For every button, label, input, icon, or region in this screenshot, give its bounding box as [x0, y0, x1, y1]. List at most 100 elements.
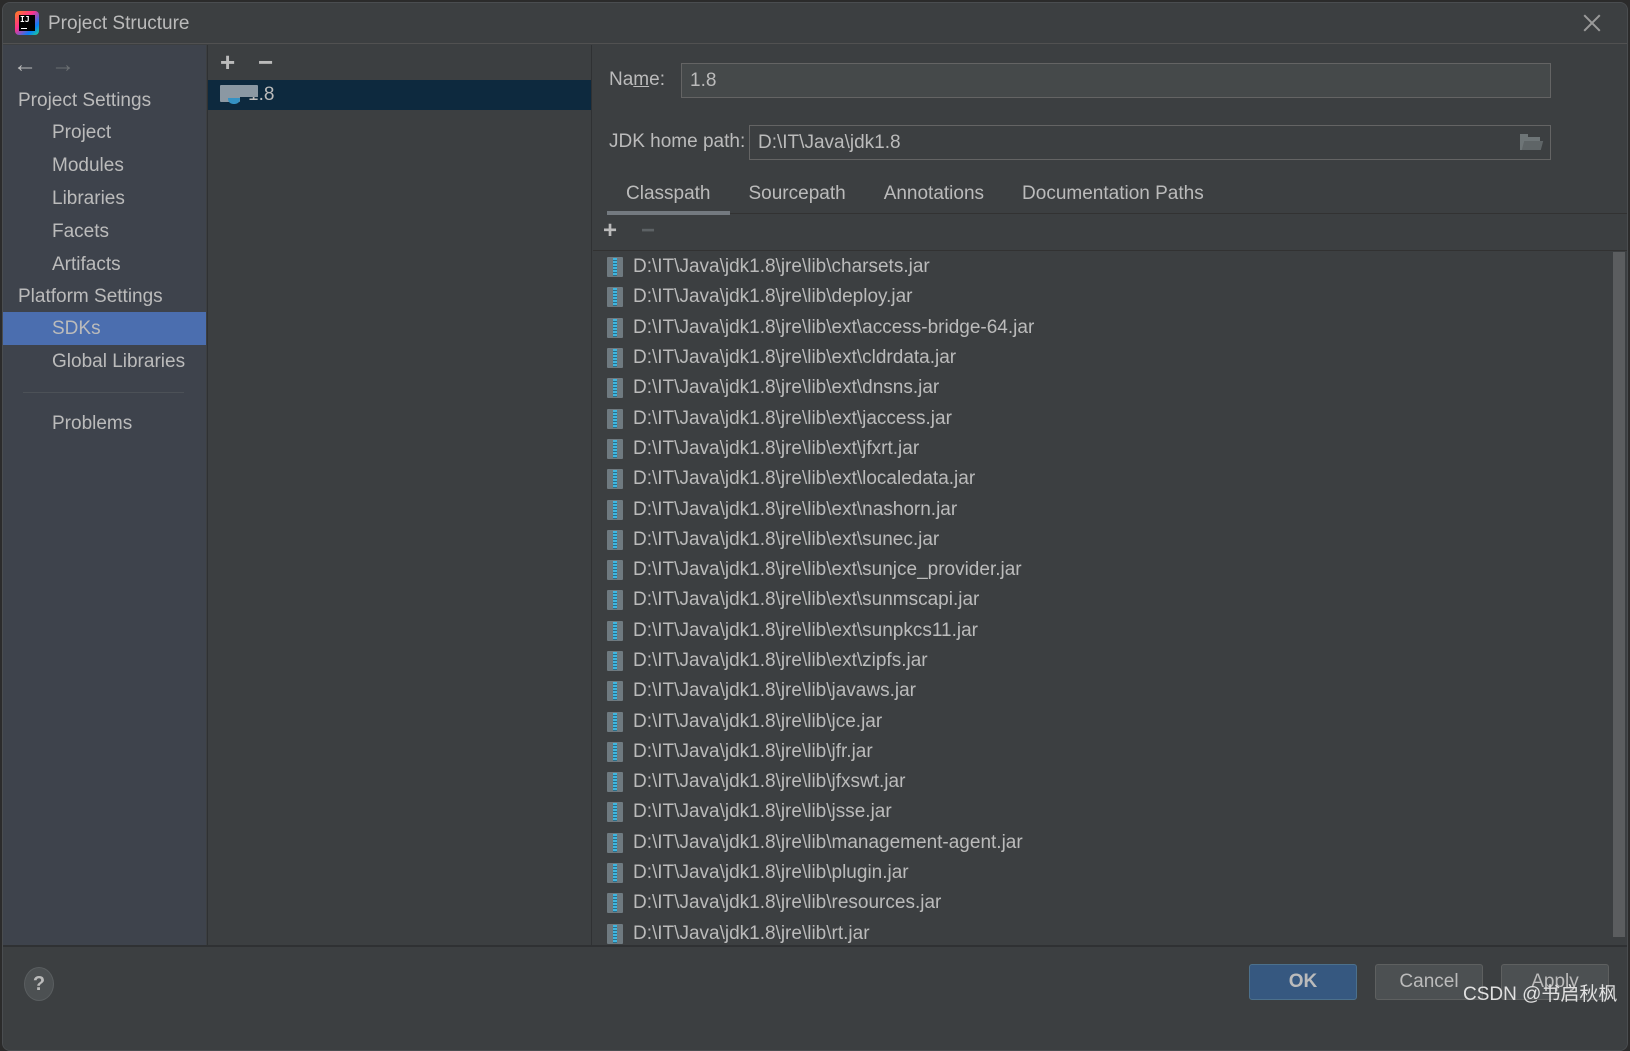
sidebar-item-problems[interactable]: Problems	[3, 407, 206, 440]
add-classpath-button[interactable]: +	[603, 219, 617, 243]
classpath-item[interactable]: D:\IT\Java\jdk1.8\jre\lib\ext\localedata…	[593, 464, 1613, 494]
close-icon[interactable]	[1581, 12, 1603, 34]
nav-arrows: ← →	[3, 45, 206, 85]
sidebar-item-sdks[interactable]: SDKs	[3, 312, 206, 345]
classpath-item[interactable]: D:\IT\Java\jdk1.8\jre\lib\ext\access-bri…	[593, 313, 1613, 343]
tab-documentation-paths[interactable]: Documentation Paths	[1003, 171, 1223, 214]
forward-arrow-icon[interactable]: →	[51, 53, 75, 77]
classpath-path: D:\IT\Java\jdk1.8\jre\lib\ext\cldrdata.j…	[633, 347, 957, 369]
classpath-item[interactable]: D:\IT\Java\jdk1.8\jre\lib\ext\zipfs.jar	[593, 646, 1613, 676]
remove-classpath-button[interactable]: −	[641, 219, 655, 243]
window-title: Project Structure	[48, 13, 190, 34]
jar-archive-icon	[607, 469, 623, 490]
jar-archive-icon	[607, 317, 623, 338]
jar-archive-icon	[607, 863, 623, 884]
back-arrow-icon[interactable]: ←	[13, 53, 37, 77]
help-button[interactable]: ?	[24, 967, 54, 1001]
name-label-part: e:	[649, 69, 665, 90]
name-label-part: Na	[609, 69, 634, 90]
tab-classpath[interactable]: Classpath	[607, 171, 730, 215]
jar-archive-icon	[607, 741, 623, 762]
jar-archive-icon	[607, 832, 623, 853]
classpath-path: D:\IT\Java\jdk1.8\jre\lib\jsse.jar	[633, 801, 892, 823]
add-sdk-button[interactable]: +	[220, 49, 235, 75]
tab-annotations[interactable]: Annotations	[865, 171, 1003, 214]
apply-button[interactable]: Apply	[1501, 964, 1609, 1000]
name-label-mnemonic: m	[633, 69, 650, 90]
classpath-item[interactable]: D:\IT\Java\jdk1.8\jre\lib\plugin.jar	[593, 858, 1613, 888]
classpath-item[interactable]: D:\IT\Java\jdk1.8\jre\lib\jfr.jar	[593, 737, 1613, 767]
sidebar-item-facets[interactable]: Facets	[3, 215, 206, 248]
section-project-settings: Project Settings	[18, 90, 152, 111]
jar-archive-icon	[607, 408, 623, 429]
classpath-item[interactable]: D:\IT\Java\jdk1.8\jre\lib\ext\sunjce_pro…	[593, 555, 1613, 585]
classpath-item[interactable]: D:\IT\Java\jdk1.8\jre\lib\rt.jar	[593, 919, 1613, 945]
classpath-item[interactable]: D:\IT\Java\jdk1.8\jre\lib\ext\dnsns.jar	[593, 373, 1613, 403]
classpath-path: D:\IT\Java\jdk1.8\jre\lib\ext\sunec.jar	[633, 528, 940, 550]
classpath-item[interactable]: D:\IT\Java\jdk1.8\jre\lib\ext\nashorn.ja…	[593, 494, 1613, 524]
app-icon-text: IJ	[20, 15, 30, 24]
sdk-detail-panel: Name: 1.8 JDK home path: D:\IT\Java\jdk1…	[593, 45, 1627, 945]
cancel-button[interactable]: Cancel	[1375, 964, 1483, 1000]
classpath-path: D:\IT\Java\jdk1.8\jre\lib\jce.jar	[633, 710, 883, 732]
jar-archive-icon	[607, 378, 623, 399]
jdk-folder-icon	[220, 85, 258, 105]
jar-archive-icon	[607, 681, 623, 702]
classpath-item[interactable]: D:\IT\Java\jdk1.8\jre\lib\jsse.jar	[593, 797, 1613, 827]
intellij-app-icon: IJ	[15, 11, 39, 35]
classpath-path: D:\IT\Java\jdk1.8\jre\lib\resources.jar	[633, 892, 942, 914]
jar-archive-icon	[607, 711, 623, 732]
classpath-item[interactable]: D:\IT\Java\jdk1.8\jre\lib\management-age…	[593, 828, 1613, 858]
jar-archive-icon	[607, 772, 623, 793]
classpath-path: D:\IT\Java\jdk1.8\jre\lib\management-age…	[633, 831, 1023, 853]
sdk-list-item[interactable]: 1.8	[208, 80, 591, 110]
classpath-item[interactable]: D:\IT\Java\jdk1.8\jre\lib\ext\sunpkcs11.…	[593, 616, 1613, 646]
sidebar-item-libraries[interactable]: Libraries	[3, 182, 206, 215]
jdk-home-label: JDK home path:	[609, 131, 746, 152]
classpath-scrollbar[interactable]	[1613, 252, 1625, 937]
dialog-footer: ? OK Cancel Apply CSDN @书启秋枫	[3, 945, 1627, 1050]
path-tabs: Classpath Sourcepath Annotations Documen…	[607, 171, 1627, 215]
remove-sdk-button[interactable]: −	[258, 49, 273, 75]
classpath-path: D:\IT\Java\jdk1.8\jre\lib\deploy.jar	[633, 286, 913, 308]
jar-archive-icon	[607, 287, 623, 308]
classpath-item[interactable]: D:\IT\Java\jdk1.8\jre\lib\jfxswt.jar	[593, 767, 1613, 797]
classpath-item[interactable]: D:\IT\Java\jdk1.8\jre\lib\charsets.jar	[593, 252, 1613, 282]
classpath-item[interactable]: D:\IT\Java\jdk1.8\jre\lib\jce.jar	[593, 706, 1613, 736]
sidebar-item-artifacts[interactable]: Artifacts	[3, 248, 206, 281]
tab-sourcepath[interactable]: Sourcepath	[730, 171, 865, 214]
classpath-path: D:\IT\Java\jdk1.8\jre\lib\ext\sunjce_pro…	[633, 559, 1022, 581]
classpath-list: D:\IT\Java\jdk1.8\jre\lib\charsets.jar D:…	[593, 252, 1613, 945]
classpath-item[interactable]: D:\IT\Java\jdk1.8\jre\lib\ext\sunmscapi.…	[593, 585, 1613, 615]
sidebar-item-project[interactable]: Project	[3, 116, 206, 149]
classpath-path: D:\IT\Java\jdk1.8\jre\lib\ext\access-bri…	[633, 316, 1035, 338]
sidebar-divider	[23, 392, 184, 393]
classpath-item[interactable]: D:\IT\Java\jdk1.8\jre\lib\ext\jaccess.ja…	[593, 403, 1613, 433]
classpath-path: D:\IT\Java\jdk1.8\jre\lib\ext\dnsns.jar	[633, 377, 940, 399]
sidebar-item-modules[interactable]: Modules	[3, 149, 206, 182]
ok-button[interactable]: OK	[1249, 964, 1357, 1000]
classpath-path: D:\IT\Java\jdk1.8\jre\lib\ext\localedata…	[633, 468, 976, 490]
section-platform-settings: Platform Settings	[18, 286, 163, 307]
classpath-item[interactable]: D:\IT\Java\jdk1.8\jre\lib\ext\sunec.jar	[593, 525, 1613, 555]
classpath-item[interactable]: D:\IT\Java\jdk1.8\jre\lib\ext\jfxrt.jar	[593, 434, 1613, 464]
classpath-item[interactable]: D:\IT\Java\jdk1.8\jre\lib\javaws.jar	[593, 676, 1613, 706]
sdk-toolbar: + −	[208, 45, 591, 79]
jar-archive-icon	[607, 529, 623, 550]
classpath-item[interactable]: D:\IT\Java\jdk1.8\jre\lib\deploy.jar	[593, 282, 1613, 312]
sidebar: ← → Project Settings Project Modules Lib…	[3, 45, 206, 945]
project-structure-dialog: IJ Project Structure ← → Project Setting…	[2, 2, 1628, 1051]
jdk-home-path-field[interactable]: D:\IT\Java\jdk1.8	[749, 125, 1551, 160]
classpath-item[interactable]: D:\IT\Java\jdk1.8\jre\lib\ext\cldrdata.j…	[593, 343, 1613, 373]
jar-archive-icon	[607, 499, 623, 520]
browse-folder-icon[interactable]	[1520, 134, 1544, 151]
classpath-toolbar: + −	[593, 215, 1627, 251]
classpath-path: D:\IT\Java\jdk1.8\jre\lib\charsets.jar	[633, 256, 930, 278]
classpath-item[interactable]: D:\IT\Java\jdk1.8\jre\lib\resources.jar	[593, 888, 1613, 918]
sidebar-item-global-libraries[interactable]: Global Libraries	[3, 345, 206, 378]
jar-archive-icon	[607, 348, 623, 369]
name-field[interactable]: 1.8	[681, 63, 1551, 98]
jar-archive-icon	[607, 802, 623, 823]
classpath-path: D:\IT\Java\jdk1.8\jre\lib\jfr.jar	[633, 740, 873, 762]
classpath-path: D:\IT\Java\jdk1.8\jre\lib\ext\sunpkcs11.…	[633, 619, 978, 641]
